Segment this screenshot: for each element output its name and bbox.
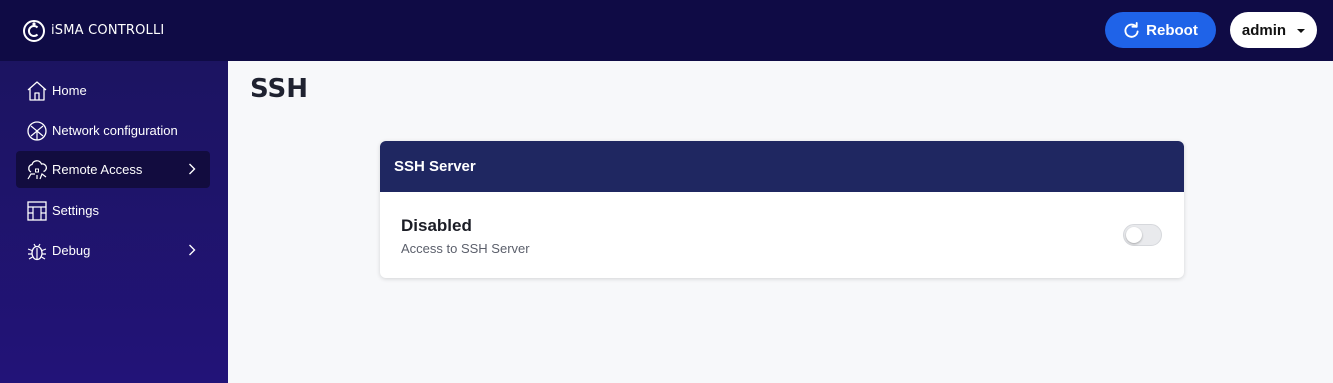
ssh-status-title: Disabled — [401, 216, 472, 235]
sidebar: Home Network configuration Remote Access… — [0, 61, 228, 383]
reboot-label: Reboot — [1146, 21, 1198, 39]
reboot-button[interactable]: Reboot — [1105, 12, 1216, 48]
page-title: SSH — [250, 74, 309, 104]
sidebar-item-label: Remote Access — [52, 162, 143, 177]
sidebar-item-home[interactable]: Home — [16, 72, 210, 109]
brand-logo-icon — [23, 19, 45, 42]
ssh-status-description: Access to SSH Server — [401, 241, 530, 256]
chevron-right-icon — [189, 163, 196, 175]
home-icon — [27, 80, 47, 101]
sidebar-item-label: Network configuration — [52, 123, 178, 138]
caret-down-icon — [1297, 29, 1306, 33]
sidebar-item-label: Debug — [52, 243, 91, 258]
sidebar-item-settings[interactable]: Settings — [16, 192, 210, 229]
brand-name: iSMA CONTROLLI — [51, 23, 165, 38]
ssh-server-toggle[interactable] — [1123, 224, 1162, 246]
network-icon — [27, 120, 47, 141]
bug-icon — [27, 243, 47, 260]
card-header: SSH Server — [380, 141, 1184, 192]
sidebar-item-remote-access[interactable]: Remote Access — [16, 151, 210, 188]
sidebar-item-network-configuration[interactable]: Network configuration — [16, 112, 210, 149]
reboot-icon — [1124, 21, 1139, 38]
settings-icon — [27, 200, 47, 221]
remote-access-icon — [27, 159, 47, 179]
sidebar-item-debug[interactable]: Debug — [16, 232, 210, 269]
user-label: admin — [1241, 21, 1287, 39]
brand[interactable]: iSMA CONTROLLI — [22, 19, 164, 43]
sidebar-item-label: Home — [52, 83, 87, 98]
user-menu-button[interactable]: admin — [1230, 12, 1317, 48]
chevron-right-icon — [189, 244, 196, 256]
ssh-server-card: SSH Server Disabled Access to SSH Server — [380, 141, 1184, 278]
sidebar-item-label: Settings — [52, 203, 99, 218]
toggle-knob — [1126, 227, 1142, 243]
top-bar: iSMA CONTROLLI Reboot admin — [0, 0, 1333, 61]
